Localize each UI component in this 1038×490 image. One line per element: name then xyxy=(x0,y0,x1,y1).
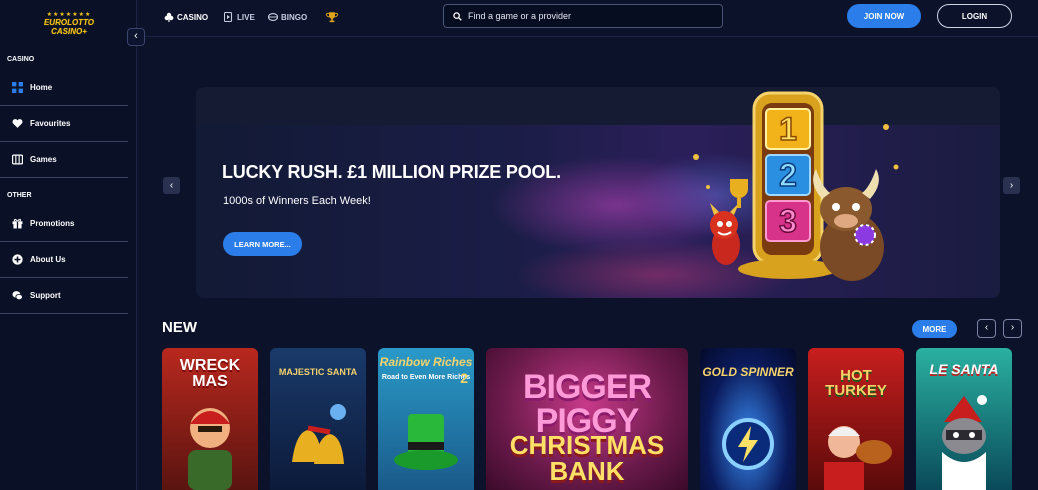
sidebar-item-promotions[interactable]: Promotions xyxy=(0,206,128,242)
carousel-next-button[interactable]: › xyxy=(1003,319,1022,338)
game-character-art xyxy=(188,408,232,490)
sidebar-item-home[interactable]: Home xyxy=(0,70,128,106)
section-title-new: NEW xyxy=(162,319,197,336)
sidebar-item-about-us[interactable]: About Us xyxy=(0,242,128,278)
turkey-art xyxy=(824,426,892,490)
banner-subtitle: 1000s of Winners Each Week! xyxy=(223,195,371,207)
chevron-right-icon: › xyxy=(1009,180,1014,191)
tab-tournaments[interactable] xyxy=(326,10,341,24)
sidebar-section-other: OTHER xyxy=(7,192,32,199)
sidebar-collapse-button[interactable]: ‹ xyxy=(127,28,145,46)
sidebar-item-label: Favourites xyxy=(30,119,71,128)
chevron-right-icon: › xyxy=(1010,322,1015,333)
game-tile-hot-turkey[interactable]: HOT TURKEY xyxy=(808,348,904,490)
game-title: GOLD SPINNER xyxy=(702,365,794,379)
sidebar-item-label: Promotions xyxy=(30,219,75,228)
game-badge: 2 xyxy=(460,370,468,386)
games-icon xyxy=(12,154,23,165)
carousel-prev-button[interactable]: ‹ xyxy=(977,319,996,338)
tab-casino[interactable]: CASINO xyxy=(164,10,208,24)
chevron-left-icon: ‹ xyxy=(169,180,174,191)
bells-art xyxy=(292,404,346,464)
sidebar: ★★★★★★★ EUROLOTTO CASINO+ CASINO Home Fa… xyxy=(0,0,137,490)
search-input[interactable] xyxy=(468,11,708,21)
tab-live[interactable]: LIVE xyxy=(224,10,255,24)
chevron-left-icon: ‹ xyxy=(984,322,989,333)
banner-next-button[interactable]: › xyxy=(1003,177,1020,194)
tab-label: LIVE xyxy=(237,12,255,22)
game-title: LE SANTA xyxy=(929,361,999,377)
game-title: MAJESTIC SANTA xyxy=(278,367,358,377)
game-tile-majestic-santa[interactable]: MAJESTIC SANTA xyxy=(270,348,366,490)
tab-label: CASINO xyxy=(177,12,209,22)
brand-logo[interactable]: ★★★★★★★ EUROLOTTO CASINO+ xyxy=(38,12,100,42)
banner-illustration: 1 2 3 xyxy=(693,91,899,281)
search-box[interactable] xyxy=(443,4,723,28)
sidebar-item-label: Home xyxy=(30,83,53,92)
sidebar-item-games[interactable]: Games xyxy=(0,142,128,178)
top-navigation: CASINO LIVE BINGO JOIN NOW LOGIN xyxy=(137,0,1038,37)
sidebar-item-favourites[interactable]: Favourites xyxy=(0,106,128,142)
promo-banner: LUCKY RUSH. £1 MILLION PRIZE POOL. 1000s… xyxy=(196,87,1000,298)
join-now-button[interactable]: JOIN NOW xyxy=(847,4,921,28)
game-tile-le-santa[interactable]: LE SANTA xyxy=(916,348,1012,490)
slot-number-1: 1 xyxy=(779,111,797,147)
heart-icon xyxy=(12,118,23,129)
game-title: HOT TURKEY xyxy=(825,367,887,399)
game-tile-wreck-mas[interactable]: WRECK MAS xyxy=(162,348,258,490)
login-button[interactable]: LOGIN xyxy=(937,4,1012,28)
banner-prev-button[interactable]: ‹ xyxy=(163,177,180,194)
game-tile-rainbow-riches[interactable]: Rainbow Riches Road to Even More Riches … xyxy=(378,348,474,490)
leprechaun-hat-art xyxy=(394,414,458,470)
gift-icon xyxy=(12,218,23,229)
more-button[interactable]: MORE xyxy=(912,320,957,338)
game-title: Rainbow Riches xyxy=(379,355,473,369)
banner-title: LUCKY RUSH. £1 MILLION PRIZE POOL. xyxy=(222,162,561,182)
bingo-icon xyxy=(268,13,278,21)
trophy-icon xyxy=(326,12,338,23)
chat-icon xyxy=(12,290,23,301)
raccoon-santa-art xyxy=(942,395,987,490)
sidebar-item-label: Games xyxy=(30,155,57,164)
game-title: BIGGER PIGGY xyxy=(522,368,652,440)
live-icon xyxy=(224,12,233,22)
game-subtitle: CHRISTMAS BANK xyxy=(509,430,665,486)
sidebar-item-label: Support xyxy=(30,291,61,300)
search-icon xyxy=(453,11,462,21)
game-tile-bigger-piggy[interactable]: BIGGER PIGGY CHRISTMAS BANK xyxy=(486,348,688,490)
sidebar-item-support[interactable]: Support xyxy=(0,278,128,314)
lightning-coin-art xyxy=(722,418,774,470)
game-title: WRECK MAS xyxy=(179,357,241,390)
grid-icon xyxy=(12,82,23,93)
tab-label: BINGO xyxy=(281,12,308,22)
learn-more-button[interactable]: LEARN MORE... xyxy=(223,232,302,256)
tab-bingo[interactable]: BINGO xyxy=(268,10,307,24)
game-tile-gold-spinner[interactable]: GOLD SPINNER xyxy=(700,348,796,490)
slot-number-3: 3 xyxy=(779,203,797,239)
sidebar-item-label: About Us xyxy=(30,255,66,264)
plus-circle-icon xyxy=(12,254,23,265)
clubs-icon xyxy=(164,12,174,22)
sidebar-section-casino: CASINO xyxy=(7,56,35,63)
slot-number-2: 2 xyxy=(779,157,797,193)
chevron-left-icon: ‹ xyxy=(134,30,138,42)
logo-line2: CASINO+ xyxy=(51,27,87,36)
logo-line1: EUROLOTTO xyxy=(43,18,95,27)
